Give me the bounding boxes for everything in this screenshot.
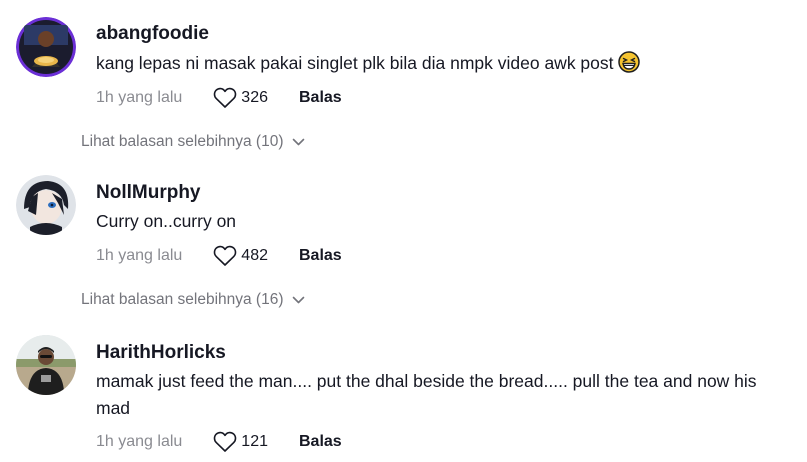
comment-meta: 1h yang lalu 326 Balas bbox=[96, 86, 342, 110]
comment-text-content: mamak just feed the man.... put the dhal… bbox=[96, 371, 757, 418]
heart-outline-icon bbox=[214, 431, 237, 452]
heart-outline-icon bbox=[214, 245, 237, 266]
comment-meta: 1h yang lalu 482 Balas bbox=[96, 244, 342, 268]
reply-button[interactable]: Balas bbox=[299, 433, 342, 451]
chevron-down-icon bbox=[292, 296, 304, 304]
comment-text-content: Curry on..curry on bbox=[96, 211, 237, 231]
like-count: 121 bbox=[241, 433, 268, 450]
comment-timestamp: 1h yang lalu bbox=[96, 89, 183, 106]
like-count: 326 bbox=[241, 89, 268, 106]
view-more-replies[interactable]: Lihat balasan selebihnya (10) bbox=[81, 133, 305, 151]
heart-outline-icon bbox=[214, 87, 237, 108]
like-button[interactable]: 121 bbox=[213, 431, 268, 453]
like-button[interactable]: 482 bbox=[213, 245, 268, 267]
comment-timestamp: 1h yang lalu bbox=[96, 433, 183, 450]
reply-button[interactable]: Balas bbox=[299, 89, 342, 107]
avatar-image bbox=[16, 175, 76, 235]
avatar[interactable] bbox=[16, 335, 76, 395]
comment-timestamp: 1h yang lalu bbox=[96, 247, 183, 264]
comment-meta: 1h yang lalu 121 Balas bbox=[96, 430, 342, 454]
view-more-replies-label: Lihat balasan selebihnya (16) bbox=[81, 291, 284, 308]
like-button[interactable]: 326 bbox=[213, 87, 268, 109]
avatar-image bbox=[16, 335, 76, 395]
comment-text-content: kang lepas ni masak pakai singlet plk bi… bbox=[96, 53, 614, 73]
comment-username[interactable]: HarithHorlicks bbox=[96, 342, 226, 364]
comment-username[interactable]: abangfoodie bbox=[96, 23, 209, 45]
grinning-squinting-face-emoji bbox=[617, 51, 640, 81]
view-more-replies[interactable]: Lihat balasan selebihnya (16) bbox=[81, 291, 305, 309]
chevron-down-icon bbox=[292, 138, 304, 146]
comment-text: mamak just feed the man.... put the dhal… bbox=[96, 368, 786, 422]
like-count: 482 bbox=[241, 247, 268, 264]
avatar[interactable] bbox=[16, 17, 76, 77]
avatar-image bbox=[16, 17, 76, 77]
reply-button[interactable]: Balas bbox=[299, 247, 342, 265]
comment-text: Curry on..curry on bbox=[96, 208, 786, 235]
view-more-replies-label: Lihat balasan selebihnya (10) bbox=[81, 133, 284, 150]
comment-username[interactable]: NollMurphy bbox=[96, 182, 201, 204]
avatar[interactable] bbox=[16, 175, 76, 235]
comment-text: kang lepas ni masak pakai singlet plk bi… bbox=[96, 50, 786, 81]
